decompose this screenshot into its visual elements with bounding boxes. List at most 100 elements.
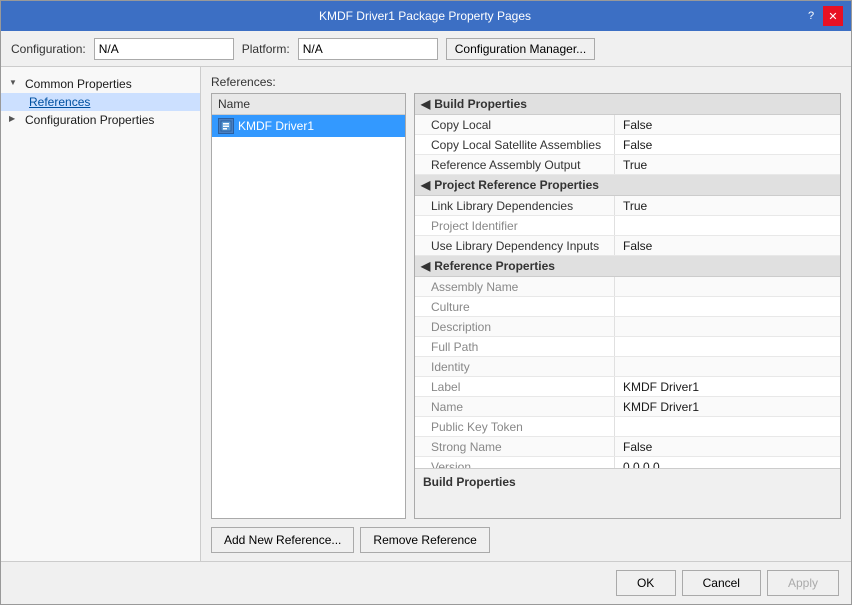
ref-item-label: KMDF Driver1 <box>238 119 314 133</box>
prop-strong-name: Strong Name False <box>415 437 840 457</box>
section-label-2: Project Reference Properties <box>434 178 599 192</box>
prop-description: Description <box>415 317 840 337</box>
prop-label-name: Label <box>415 377 615 396</box>
prop-link-lib-deps-value[interactable]: True <box>615 196 655 215</box>
collapse-icon-2: ◀ <box>421 178 430 192</box>
config-select-wrapper[interactable]: N/A <box>94 38 234 60</box>
ref-item-icon <box>218 118 234 134</box>
prop-full-path-value[interactable] <box>615 337 631 356</box>
ref-list-header: Name <box>212 94 405 115</box>
ref-buttons-bar: Add New Reference... Remove Reference <box>201 519 851 561</box>
right-panel: References: Name <box>201 67 851 561</box>
prop-project-identifier-value[interactable] <box>615 216 631 235</box>
ref-list-item[interactable]: KMDF Driver1 <box>212 115 405 137</box>
config-manager-button[interactable]: Configuration Manager... <box>446 38 595 60</box>
section-reference-properties: ◀ Reference Properties <box>415 256 840 277</box>
prop-full-path-name: Full Path <box>415 337 615 356</box>
prop-ref-assembly-output: Reference Assembly Output True <box>415 155 840 175</box>
properties-table: ◀ Build Properties Copy Local False Copy… <box>415 94 840 468</box>
prop-version-name: Version <box>415 457 615 468</box>
sidebar-item-configuration-properties[interactable]: ▶ Configuration Properties <box>1 111 200 129</box>
collapse-icon-3: ◀ <box>421 259 430 273</box>
bottom-bar: OK Cancel Apply <box>1 561 851 604</box>
ref-list-items: KMDF Driver1 <box>212 115 405 518</box>
prop-assembly-name: Assembly Name <box>415 277 840 297</box>
common-properties-toggle-icon: ▼ <box>9 78 21 90</box>
prop-label-value[interactable]: KMDF Driver1 <box>615 377 707 396</box>
prop-public-key-token-name: Public Key Token <box>415 417 615 436</box>
prop-culture: Culture <box>415 297 840 317</box>
section-label-3: Reference Properties <box>434 259 555 273</box>
common-properties-label: Common Properties <box>25 77 132 91</box>
close-button[interactable]: ✕ <box>823 6 843 26</box>
prop-description-value[interactable] <box>615 317 631 336</box>
prop-identity-value[interactable] <box>615 357 631 376</box>
prop-use-lib-dep-inputs: Use Library Dependency Inputs False <box>415 236 840 256</box>
properties-panel: ◀ Build Properties Copy Local False Copy… <box>414 93 841 519</box>
config-label: Configuration: <box>11 42 86 56</box>
prop-use-lib-dep-inputs-name: Use Library Dependency Inputs <box>415 236 615 255</box>
platform-label: Platform: <box>242 42 290 56</box>
prop-copy-local-satellite-name: Copy Local Satellite Assemblies <box>415 135 615 154</box>
references-header-text: References: <box>211 75 276 89</box>
prop-culture-name: Culture <box>415 297 615 316</box>
title-bar: KMDF Driver1 Package Property Pages ? ✕ <box>1 1 851 31</box>
prop-public-key-token-value[interactable] <box>615 417 631 436</box>
sidebar-item-references[interactable]: References <box>1 93 200 111</box>
prop-public-key-token: Public Key Token <box>415 417 840 437</box>
prop-copy-local-satellite: Copy Local Satellite Assemblies False <box>415 135 840 155</box>
help-button[interactable]: ? <box>801 6 821 26</box>
prop-copy-local: Copy Local False <box>415 115 840 135</box>
platform-select[interactable]: N/A <box>303 42 433 56</box>
references-label: References <box>29 95 90 109</box>
platform-select-wrapper[interactable]: N/A <box>298 38 438 60</box>
prop-strong-name-name: Strong Name <box>415 437 615 456</box>
collapse-icon: ◀ <box>421 97 430 111</box>
prop-link-lib-deps: Link Library Dependencies True <box>415 196 840 216</box>
cancel-button[interactable]: Cancel <box>682 570 761 596</box>
prop-project-identifier-name: Project Identifier <box>415 216 615 235</box>
prop-ref-assembly-output-name: Reference Assembly Output <box>415 155 615 174</box>
window-title: KMDF Driver1 Package Property Pages <box>49 9 801 23</box>
title-controls: ? ✕ <box>801 6 843 26</box>
ok-button[interactable]: OK <box>616 570 676 596</box>
prop-description-name: Description <box>415 317 615 336</box>
prop-copy-local-value[interactable]: False <box>615 115 660 134</box>
config-bar: Configuration: N/A Platform: N/A Configu… <box>1 31 851 67</box>
prop-identity-name: Identity <box>415 357 615 376</box>
apply-button[interactable]: Apply <box>767 570 839 596</box>
prop-strong-name-value[interactable]: False <box>615 437 660 456</box>
prop-use-lib-dep-inputs-value[interactable]: False <box>615 236 660 255</box>
prop-assembly-name-name: Assembly Name <box>415 277 615 296</box>
prop-culture-value[interactable] <box>615 297 631 316</box>
prop-copy-local-name: Copy Local <box>415 115 615 134</box>
config-properties-label: Configuration Properties <box>25 113 154 127</box>
section-label: Build Properties <box>434 97 527 111</box>
prop-ref-assembly-output-value[interactable]: True <box>615 155 655 174</box>
reference-list-panel: Name KMDF Driver1 <box>211 93 406 519</box>
remove-reference-button[interactable]: Remove Reference <box>360 527 489 553</box>
config-select[interactable]: N/A <box>99 42 229 56</box>
prop-name-row: Name KMDF Driver1 <box>415 397 840 417</box>
prop-assembly-name-value[interactable] <box>615 277 631 296</box>
config-properties-toggle-icon: ▶ <box>9 114 21 126</box>
prop-full-path: Full Path <box>415 337 840 357</box>
prop-link-lib-deps-name: Link Library Dependencies <box>415 196 615 215</box>
add-new-reference-button[interactable]: Add New Reference... <box>211 527 354 553</box>
prop-version-value[interactable]: 0.0.0.0 <box>615 457 668 468</box>
prop-name-name: Name <box>415 397 615 416</box>
prop-label: Label KMDF Driver1 <box>415 377 840 397</box>
section-project-ref-properties: ◀ Project Reference Properties <box>415 175 840 196</box>
prop-version: Version 0.0.0.0 <box>415 457 840 468</box>
prop-name-value[interactable]: KMDF Driver1 <box>615 397 707 416</box>
references-content: Name KMDF Driver1 <box>201 93 851 519</box>
prop-copy-local-satellite-value[interactable]: False <box>615 135 660 154</box>
prop-description-footer: Build Properties <box>415 468 840 518</box>
dialog-window: KMDF Driver1 Package Property Pages ? ✕ … <box>0 0 852 605</box>
prop-project-identifier: Project Identifier <box>415 216 840 236</box>
prop-identity: Identity <box>415 357 840 377</box>
sidebar: ▼ Common Properties References ▶ Configu… <box>1 67 201 561</box>
sidebar-item-common-properties[interactable]: ▼ Common Properties <box>1 75 200 93</box>
references-header: References: <box>201 67 851 93</box>
main-content: ▼ Common Properties References ▶ Configu… <box>1 67 851 561</box>
